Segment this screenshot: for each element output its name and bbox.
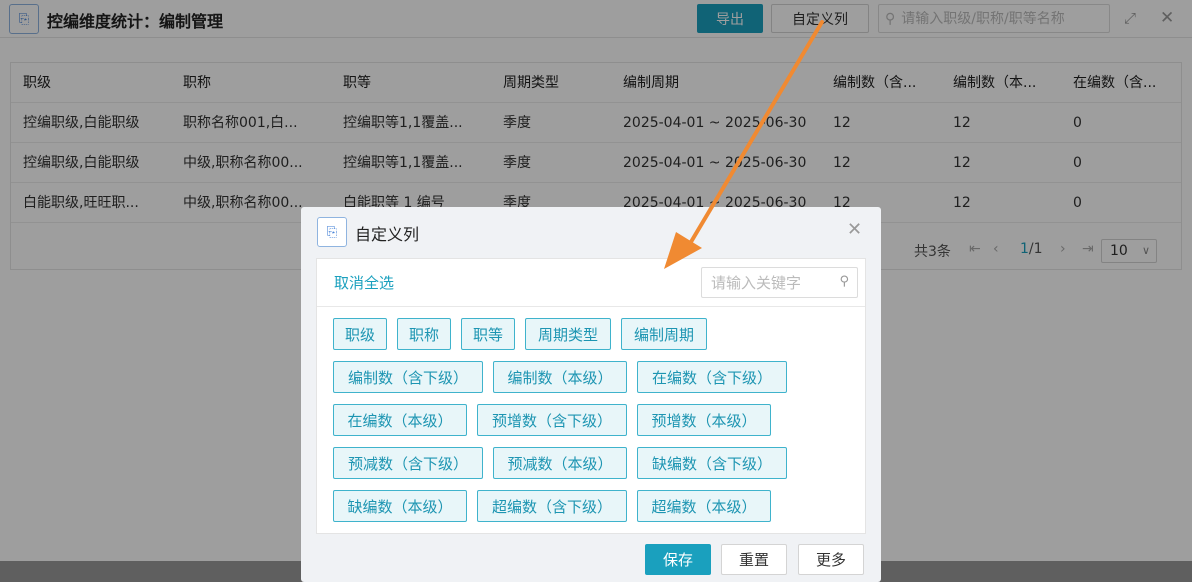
close-icon[interactable]: ✕	[847, 221, 862, 239]
column-chip[interactable]: 超编数（含下级）	[477, 490, 627, 522]
column-chip[interactable]: 在编数（本级）	[333, 404, 467, 436]
column-chip[interactable]: 编制数（含下级）	[333, 361, 483, 393]
column-chip[interactable]: 职级	[333, 318, 387, 350]
column-chip[interactable]: 周期类型	[525, 318, 611, 350]
column-chip[interactable]: 预减数（本级）	[493, 447, 627, 479]
column-chip[interactable]: 缺编数（本级）	[333, 490, 467, 522]
column-chip[interactable]: 编制数（本级）	[493, 361, 627, 393]
dialog-footer: 保存 重置 更多	[301, 537, 881, 582]
keyword-search[interactable]: ⚲	[701, 267, 858, 298]
save-button[interactable]: 保存	[645, 544, 711, 575]
dialog-title: 自定义列	[355, 225, 420, 244]
search-icon: ⚲	[839, 274, 849, 289]
reset-button[interactable]: 重置	[721, 544, 787, 575]
more-button[interactable]: 更多	[798, 544, 864, 575]
column-chip[interactable]: 超编数（本级）	[637, 490, 771, 522]
dialog-body: 取消全选 ⚲ 职级 职称 职等 周期类型 编制周期 编制数（含下级） 编制数（本…	[316, 258, 866, 534]
dialog-header: ⎘ 自定义列 ✕	[301, 207, 881, 257]
column-chip[interactable]: 在编数（含下级）	[637, 361, 787, 393]
column-chip[interactable]: 预减数（含下级）	[333, 447, 483, 479]
document-icon: ⎘	[317, 217, 347, 247]
deselect-all-link[interactable]: 取消全选	[334, 272, 394, 293]
column-chip[interactable]: 预增数（含下级）	[477, 404, 627, 436]
keyword-input[interactable]	[711, 273, 831, 292]
column-chip[interactable]: 缺编数（含下级）	[637, 447, 787, 479]
column-chip[interactable]: 预增数（本级）	[637, 404, 771, 436]
divider	[317, 306, 865, 307]
column-chip[interactable]: 编制周期	[621, 318, 707, 350]
custom-columns-dialog: ⎘ 自定义列 ✕ 取消全选 ⚲ 职级 职称 职等 周期类型 编制周期 编制数（含…	[301, 207, 881, 582]
column-chip[interactable]: 职等	[461, 318, 515, 350]
column-chip[interactable]: 职称	[397, 318, 451, 350]
